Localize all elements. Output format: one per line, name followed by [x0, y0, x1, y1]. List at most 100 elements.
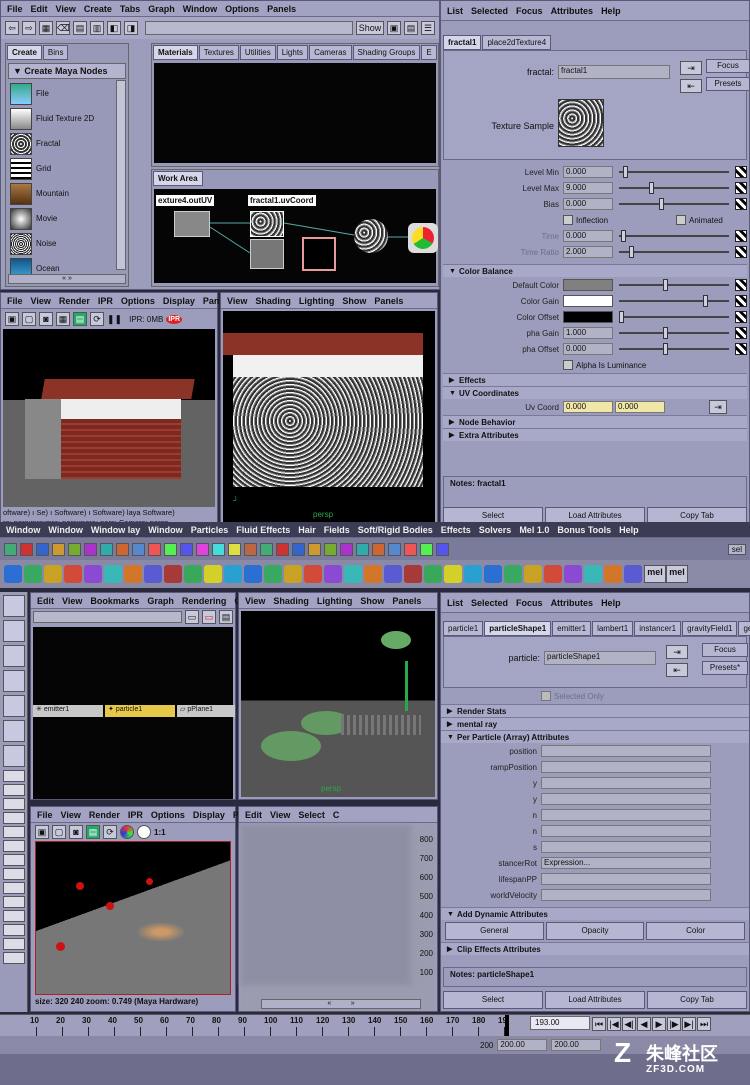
shelf-tool-icon[interactable]	[404, 565, 422, 583]
node-item-file[interactable]: File	[6, 81, 128, 106]
attr-field[interactable]: 0.000	[563, 198, 613, 210]
shelf-tool-icon[interactable]	[564, 565, 582, 583]
color-wheel-icon[interactable]	[120, 825, 134, 839]
menu-graph[interactable]: Graph	[148, 4, 175, 14]
ae-menu-selected[interactable]: Selected	[471, 6, 508, 16]
clear-icon[interactable]: ▭	[202, 610, 216, 624]
node-pplane1[interactable]: ▱ pPlane1	[177, 705, 235, 717]
effects-section[interactable]: ▶ Effects	[443, 373, 747, 386]
inflection-checkbox[interactable]	[563, 215, 573, 225]
node-behavior-section[interactable]: ▶ Node Behavior	[443, 415, 747, 428]
status-tool-icon[interactable]	[100, 542, 113, 556]
status-tool-icon[interactable]	[84, 542, 97, 556]
move-manipulator-icon[interactable]	[405, 661, 408, 711]
map-button-icon[interactable]	[735, 327, 747, 339]
ae-menu-help[interactable]: Help	[601, 598, 621, 608]
map-button-icon[interactable]	[735, 343, 747, 355]
ae-tab-particleshape1[interactable]: particleShape1	[484, 621, 552, 636]
layout-preset-icon[interactable]	[3, 910, 25, 922]
focus-arrow-icon[interactable]: ⇥	[680, 61, 702, 75]
zoom-ratio-label[interactable]: 1:1	[154, 828, 166, 837]
snapshot-icon[interactable]: ◙	[39, 312, 53, 326]
status-tool-icon[interactable]	[420, 542, 433, 556]
shelf-tool-icon[interactable]	[244, 565, 262, 583]
attr-slider[interactable]	[619, 198, 729, 210]
shelf-tool-icon[interactable]	[364, 565, 382, 583]
main-menu-bonus-tools[interactable]: Bonus Tools	[557, 525, 611, 535]
time-field[interactable]: 0.000	[563, 230, 613, 242]
particle-notes-area[interactable]: Notes: particleShape1	[443, 967, 747, 987]
view-icon[interactable]: ▣	[387, 21, 401, 35]
ipr-badge[interactable]: IPR	[166, 314, 182, 324]
node-item-grid[interactable]: Grid	[6, 156, 128, 181]
scale-icon[interactable]	[3, 720, 25, 742]
render-menu-ipr[interactable]: IPR	[128, 810, 143, 820]
time-ratio-field[interactable]: 2.000	[563, 246, 613, 258]
play-backward-icon[interactable]: ◀	[637, 1017, 651, 1031]
node-list-hscroll[interactable]: « »	[8, 274, 126, 284]
pp-attr-field[interactable]	[541, 841, 711, 853]
graph-menu-select[interactable]: Select	[298, 810, 325, 820]
layout-icon[interactable]: ▤	[73, 21, 87, 35]
main-menu-left-2[interactable]: Window lay	[91, 525, 140, 535]
mel-button[interactable]: mel	[644, 565, 666, 583]
status-tool-icon[interactable]	[196, 542, 209, 556]
ae-menu-list[interactable]: List	[447, 598, 463, 608]
layout-preset-icon[interactable]	[3, 896, 25, 908]
default-color-swatch[interactable]	[563, 279, 613, 291]
status-tool-icon[interactable]	[292, 542, 305, 556]
status-tool-icon[interactable]	[4, 542, 17, 556]
uv-coord-v-field[interactable]: 0.000	[615, 401, 665, 413]
render-menu-view[interactable]: View	[61, 810, 81, 820]
render-menu-display[interactable]: Display	[163, 296, 195, 306]
attr-slider[interactable]	[619, 166, 729, 178]
graph-menu-view[interactable]: View	[270, 810, 290, 820]
focus-button[interactable]: Focus	[706, 59, 750, 73]
layout-preset-icon[interactable]	[3, 882, 25, 894]
add-dynamic-section[interactable]: ▼ Add Dynamic Attributes	[441, 907, 749, 920]
main-menu-solvers[interactable]: Solvers	[479, 525, 512, 535]
ae-menu-selected[interactable]: Selected	[471, 598, 508, 608]
map-button-icon[interactable]	[735, 279, 747, 291]
shelf-tool-icon[interactable]	[24, 565, 42, 583]
pause-icon[interactable]: ❚❚	[107, 314, 122, 325]
go-to-end-icon[interactable]: ⏭	[697, 1017, 711, 1031]
step-forward-icon[interactable]: |▶	[667, 1017, 681, 1031]
viewport-menu-lighting[interactable]: Lighting	[317, 596, 353, 606]
status-tool-icon[interactable]	[164, 542, 177, 556]
hypergraph-search[interactable]	[33, 611, 182, 623]
render-menu-view[interactable]: View	[31, 296, 51, 306]
hypergraph-canvas[interactable]: ✳ emitter1 ✦ particle1 ▱ pPlane1	[33, 627, 235, 799]
render-menu-ipr[interactable]: IPR	[98, 296, 113, 306]
pp-attr-field[interactable]	[541, 745, 711, 757]
hypergraph-menu-edit[interactable]: Edit	[37, 596, 54, 606]
tab-work-area[interactable]: Work Area	[153, 171, 203, 186]
ae-menu-attributes[interactable]: Attributes	[551, 598, 594, 608]
shelf-tool-icon[interactable]	[384, 565, 402, 583]
alpha-offset-field[interactable]: 0.000	[563, 343, 613, 355]
render-stats-section[interactable]: ▶ Render Stats	[441, 704, 749, 717]
node-list-scrollbar[interactable]	[116, 80, 126, 270]
render-menu-options[interactable]: Options	[151, 810, 185, 820]
view-list-icon[interactable]: ☰	[421, 21, 435, 35]
layout-preset-icon[interactable]	[3, 840, 25, 852]
layout-preset-icon[interactable]	[3, 854, 25, 866]
status-tool-icon[interactable]	[276, 542, 289, 556]
render-menu-display[interactable]: Display	[193, 810, 225, 820]
general-button[interactable]: General	[445, 922, 544, 940]
viewport-menu-view[interactable]: View	[245, 596, 265, 606]
alpha-luminance-checkbox[interactable]	[563, 360, 573, 370]
shelf-tool-icon[interactable]	[344, 565, 362, 583]
ae-tab-fractal1[interactable]: fractal1	[443, 35, 482, 50]
status-tool-icon[interactable]	[148, 542, 161, 556]
copy-tab-button[interactable]: Copy Tab	[647, 991, 747, 1009]
shelf-tool-icon[interactable]	[304, 565, 322, 583]
color-button[interactable]: Color	[646, 922, 746, 940]
layout-preset-icon[interactable]	[3, 798, 25, 810]
animated-checkbox[interactable]	[676, 215, 686, 225]
pp-attr-field[interactable]	[541, 889, 711, 901]
color-offset-swatch[interactable]	[563, 311, 613, 323]
selected-only-checkbox[interactable]	[541, 691, 551, 701]
refresh-icon[interactable]: ⟳	[103, 825, 117, 839]
map-button-icon[interactable]	[735, 166, 747, 178]
